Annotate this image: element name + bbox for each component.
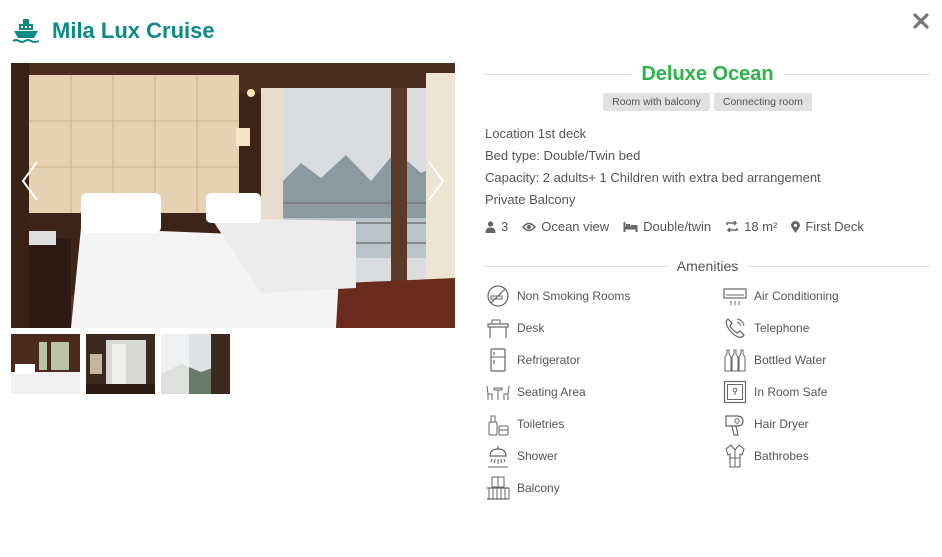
amenity-desk: Desk <box>485 316 722 340</box>
map-pin-icon <box>791 220 801 233</box>
room-features: 3 Ocean view Double/twin 18 m² First Dec… <box>485 219 930 234</box>
close-icon[interactable] <box>912 12 930 30</box>
detail-capacity: Capacity: 2 adults+ 1 Children with extr… <box>485 170 821 185</box>
room-title: Deluxe Ocean <box>641 62 774 85</box>
tag-room-with-balcony: Room with balcony <box>603 93 710 111</box>
bathrobe-icon <box>725 444 745 468</box>
amenity-seating-area: Seating Area <box>485 380 722 404</box>
seating-area-icon <box>486 385 510 400</box>
refrigerator-icon <box>490 348 506 372</box>
bed-icon <box>623 222 638 232</box>
safe-icon <box>723 380 747 404</box>
room-details-panel: Deluxe Ocean Room with balcony Connectin… <box>485 60 931 500</box>
thumbnail-2[interactable] <box>86 334 155 394</box>
amenity-non-smoking: Non Smoking Rooms <box>485 284 722 308</box>
main-photo <box>11 63 455 328</box>
amenity-telephone: Telephone <box>722 316 930 340</box>
amenities-heading-row: Amenities <box>485 258 930 274</box>
tag-connecting-room: Connecting room <box>713 93 812 111</box>
eye-icon <box>522 222 537 231</box>
no-smoking-icon <box>487 285 509 307</box>
bottled-water-icon <box>724 349 746 372</box>
feature-deck: First Deck <box>791 219 864 234</box>
desk-icon <box>487 319 509 338</box>
area-icon <box>726 221 738 232</box>
amenities-list: Non Smoking Rooms Air Conditioning Desk … <box>485 284 930 500</box>
amenity-toiletries: Toiletries <box>485 412 722 436</box>
feature-area: 18 m² <box>725 219 777 234</box>
feature-view: Ocean view <box>522 219 609 234</box>
amenity-bathrobes: Bathrobes <box>722 444 930 468</box>
amenities-heading: Amenities <box>676 258 739 274</box>
thumbnail-1[interactable] <box>11 334 80 394</box>
amenity-balcony: Balcony <box>485 476 722 500</box>
amenity-hair-dryer: Hair Dryer <box>722 412 930 436</box>
room-title-row: Deluxe Ocean <box>485 60 931 88</box>
thumbnail-3[interactable] <box>161 334 230 394</box>
room-photo <box>11 63 455 328</box>
amenity-bottled-water: Bottled Water <box>722 348 930 372</box>
feature-bed: Double/twin <box>623 219 711 234</box>
detail-location: Location 1st deck <box>485 126 587 141</box>
room-description: Location 1st deck Bed type: Double/Twin … <box>485 123 930 211</box>
detail-balcony: Private Balcony <box>485 192 576 207</box>
amenity-in-room-safe: In Room Safe <box>722 380 930 404</box>
ship-icon <box>12 19 40 43</box>
toiletries-icon <box>488 415 509 436</box>
air-conditioner-icon <box>723 288 747 305</box>
people-icon <box>485 220 496 233</box>
telephone-icon <box>725 318 745 338</box>
room-tags: Room with balcony Connecting room <box>485 93 930 111</box>
feature-occupancy: 3 <box>485 219 508 234</box>
page-title: Mila Lux Cruise <box>52 18 215 43</box>
modal-header: Mila Lux Cruise <box>12 14 215 48</box>
hair-dryer-icon <box>725 415 744 436</box>
detail-bed-type: Bed type: Double/Twin bed <box>485 148 641 163</box>
amenity-refrigerator: Refrigerator <box>485 348 722 372</box>
next-photo-arrow-icon[interactable] <box>421 158 451 204</box>
previous-photo-arrow-icon[interactable] <box>15 158 45 204</box>
amenity-shower: Shower <box>485 444 722 468</box>
amenity-air-conditioning: Air Conditioning <box>722 284 930 308</box>
balcony-icon <box>487 476 510 500</box>
photo-thumbnails <box>11 334 230 394</box>
shower-icon <box>488 446 508 468</box>
